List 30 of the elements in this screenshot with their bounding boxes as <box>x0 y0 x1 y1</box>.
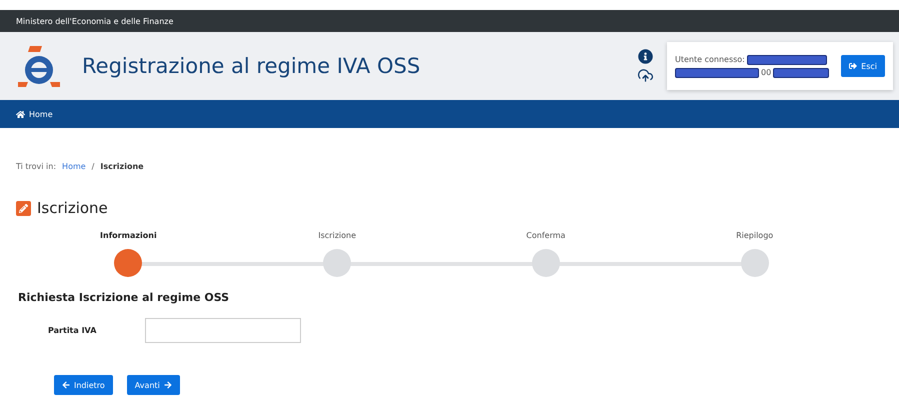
logout-button[interactable]: Esci <box>841 55 885 77</box>
page-header-title: Registrazione al regime IVA OSS <box>82 54 422 78</box>
step-circle[interactable] <box>114 249 142 277</box>
back-button[interactable]: Indietro <box>54 375 113 395</box>
logout-icon <box>849 62 858 70</box>
input-field[interactable] <box>145 318 301 343</box>
breadcrumb-link[interactable]: Iscrizione <box>100 162 144 171</box>
step-label: Riepilogo <box>736 231 774 240</box>
user-fragment: 00 <box>761 68 772 77</box>
step-label: Conferma <box>526 231 566 240</box>
section-title: Richiesta Iscrizione al regime OSS <box>17 290 230 304</box>
logo-icon <box>16 44 62 88</box>
breadcrumb-prefix: Ti trovi in: <box>16 162 56 171</box>
edit-icon <box>16 200 31 216</box>
upload-icon[interactable] <box>638 68 653 83</box>
breadcrumb-separator: / <box>92 162 94 171</box>
breadcrumb-link[interactable]: Home <box>62 162 86 171</box>
step-label: Informazioni <box>100 231 157 240</box>
next-button[interactable]: Avanti <box>126 375 180 395</box>
arrow-left-icon <box>62 381 70 389</box>
info-icon[interactable] <box>638 49 653 64</box>
user-label: Utente connesso: <box>675 55 745 64</box>
page-title: Iscrizione <box>37 199 108 217</box>
ministry-name: Ministero dell'Economia e delle Finanze <box>16 16 174 26</box>
arrow-right-icon <box>164 381 172 389</box>
nav-home-link[interactable]: Home <box>16 110 53 118</box>
field-label: Partita IVA <box>48 326 98 335</box>
home-icon <box>16 110 25 118</box>
step-label: Iscrizione <box>318 231 356 240</box>
redaction-mark <box>773 68 830 78</box>
